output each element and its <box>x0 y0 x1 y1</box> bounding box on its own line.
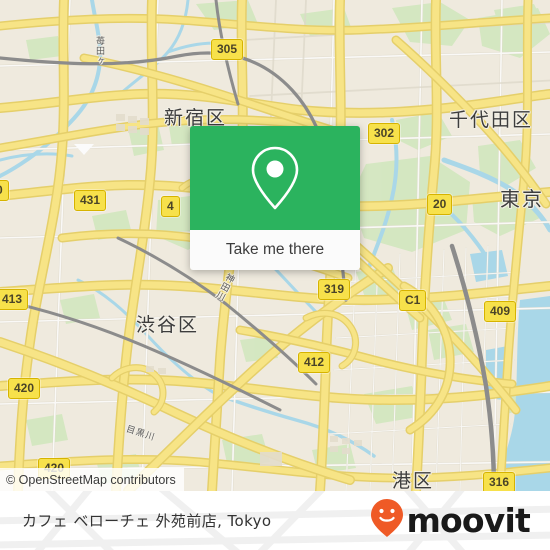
osm-attribution[interactable]: © OpenStreetMap contributors <box>0 468 184 491</box>
moovit-logo[interactable]: moovit <box>370 498 531 543</box>
popup-header <box>190 126 360 230</box>
route-shield-412[interactable]: 412 <box>298 352 331 373</box>
map-pin-icon <box>249 145 301 211</box>
route-shield-edge-left[interactable]: 0 <box>0 180 9 201</box>
route-shield-305[interactable]: 305 <box>211 39 244 60</box>
take-me-there-label: Take me there <box>225 241 325 258</box>
footer-content: カフェ ベローチェ 外苑前店, Tokyo moovit <box>0 491 550 550</box>
route-shield-20[interactable]: 20 <box>427 194 453 215</box>
moovit-smiling-pin-icon <box>370 498 404 543</box>
route-shield-302[interactable]: 302 <box>368 123 401 144</box>
route-shield-316[interactable]: 316 <box>483 472 516 491</box>
take-me-there-button[interactable]: Take me there <box>190 230 360 270</box>
footer-bar: カフェ ベローチェ 外苑前店, Tokyo moovit <box>0 491 550 550</box>
route-shield-420[interactable]: 420 <box>8 378 41 399</box>
map-viewport[interactable]: .rd { stroke:#f7e486; stroke-linecap:rou… <box>0 0 550 491</box>
take-me-there-popup[interactable]: Take me there <box>190 126 360 270</box>
route-shield-319[interactable]: 319 <box>318 279 351 300</box>
moovit-wordmark: moovit <box>406 501 530 540</box>
route-shield-c1[interactable]: C1 <box>399 290 427 311</box>
route-shield-4[interactable]: 4 <box>161 196 180 217</box>
osm-attribution-text: © OpenStreetMap contributors <box>6 472 176 487</box>
route-shield-431[interactable]: 431 <box>74 190 107 211</box>
moovit-map-screen: .rd { stroke:#f7e486; stroke-linecap:rou… <box>0 0 550 550</box>
route-shield-409[interactable]: 409 <box>484 301 517 322</box>
place-name-label: カフェ ベローチェ 外苑前店, Tokyo <box>22 512 272 530</box>
route-shield-413[interactable]: 413 <box>0 289 29 310</box>
popup-pointer-tail <box>74 144 94 155</box>
